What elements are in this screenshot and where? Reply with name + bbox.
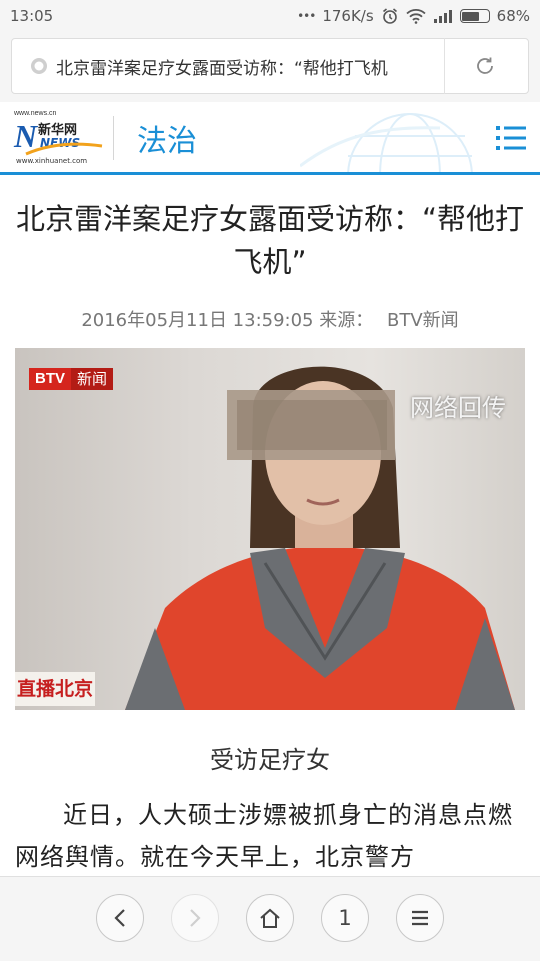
status-indicators: ••• 176K/s 68% <box>297 7 530 25</box>
back-button[interactable] <box>96 894 144 942</box>
logo-sub-url: www.xinhuanet.com <box>16 157 88 165</box>
article-body-paragraph: 近日，人大硕士涉嫖被抓身亡的消息点燃网络舆情。就在今天早上，北京警方 <box>15 801 513 871</box>
article-source-label: 来源： <box>319 310 374 331</box>
status-bar: 13:05 ••• 176K/s 68% <box>0 0 540 32</box>
tabs-button[interactable]: 1 <box>321 894 369 942</box>
article-meta: 2016年05月11日 13:59:05 来源： BTV新闻 <box>0 306 540 332</box>
article-date: 2016年05月11日 13:59:05 <box>81 310 314 331</box>
more-button[interactable] <box>396 894 444 942</box>
status-time: 13:05 <box>10 7 54 25</box>
menu-icon[interactable] <box>496 125 526 151</box>
xinhua-logo[interactable]: www.news.cn N 新华网 NEWS www.xinhuanet.com <box>14 110 104 168</box>
url-title[interactable]: 北京雷洋案足疗女露面受访称：“帮他打飞机 <box>56 54 434 79</box>
battery-percent: 68% <box>496 7 530 25</box>
logo-url-text: www.news.cn <box>14 110 57 117</box>
forward-icon <box>190 909 201 927</box>
signal-icon <box>433 8 453 24</box>
more-icon <box>412 910 428 926</box>
url-bar[interactable]: 北京雷洋案足疗女露面受访称：“帮他打飞机 <box>11 38 529 94</box>
logo-swoosh-icon <box>25 142 103 156</box>
notification-dots: ••• <box>297 9 316 23</box>
browser-bottom-nav: 1 <box>0 876 540 961</box>
reload-icon[interactable] <box>445 38 525 94</box>
article-source: BTV新闻 <box>386 310 459 331</box>
btv-logo-cn: 新闻 <box>71 368 114 390</box>
program-label: 直播北京 <box>15 672 96 706</box>
home-icon <box>260 908 280 928</box>
tabs-count: 1 <box>338 906 352 930</box>
network-speed: 176K/s <box>322 7 374 25</box>
alarm-icon <box>381 7 399 25</box>
battery-icon <box>459 9 490 23</box>
back-icon <box>114 909 125 927</box>
photo-caption: 受访足疗女 <box>210 746 330 774</box>
article-headline: 北京雷洋案足疗女露面受访称：“帮他打飞机” <box>15 202 525 279</box>
header-divider <box>113 116 114 160</box>
section-title[interactable]: 法治 <box>137 116 197 160</box>
forward-button[interactable] <box>171 894 219 942</box>
home-button[interactable] <box>246 894 294 942</box>
btv-logo: BTV 新闻 <box>29 368 114 390</box>
wifi-icon <box>406 8 426 24</box>
site-favicon-icon <box>30 57 48 75</box>
site-header: www.news.cn N 新华网 NEWS www.xinhuanet.com… <box>0 102 540 172</box>
article-photo[interactable]: BTV 新闻 网络回传 直播北京 <box>15 348 525 710</box>
photo-overlay-text: 网络回传 <box>410 394 506 422</box>
globe-decoration-icon <box>300 113 473 172</box>
btv-logo-text: BTV <box>29 368 71 390</box>
header-accent-line <box>0 172 540 175</box>
browser-toolbar: 北京雷洋案足疗女露面受访称：“帮他打飞机 <box>0 32 540 102</box>
